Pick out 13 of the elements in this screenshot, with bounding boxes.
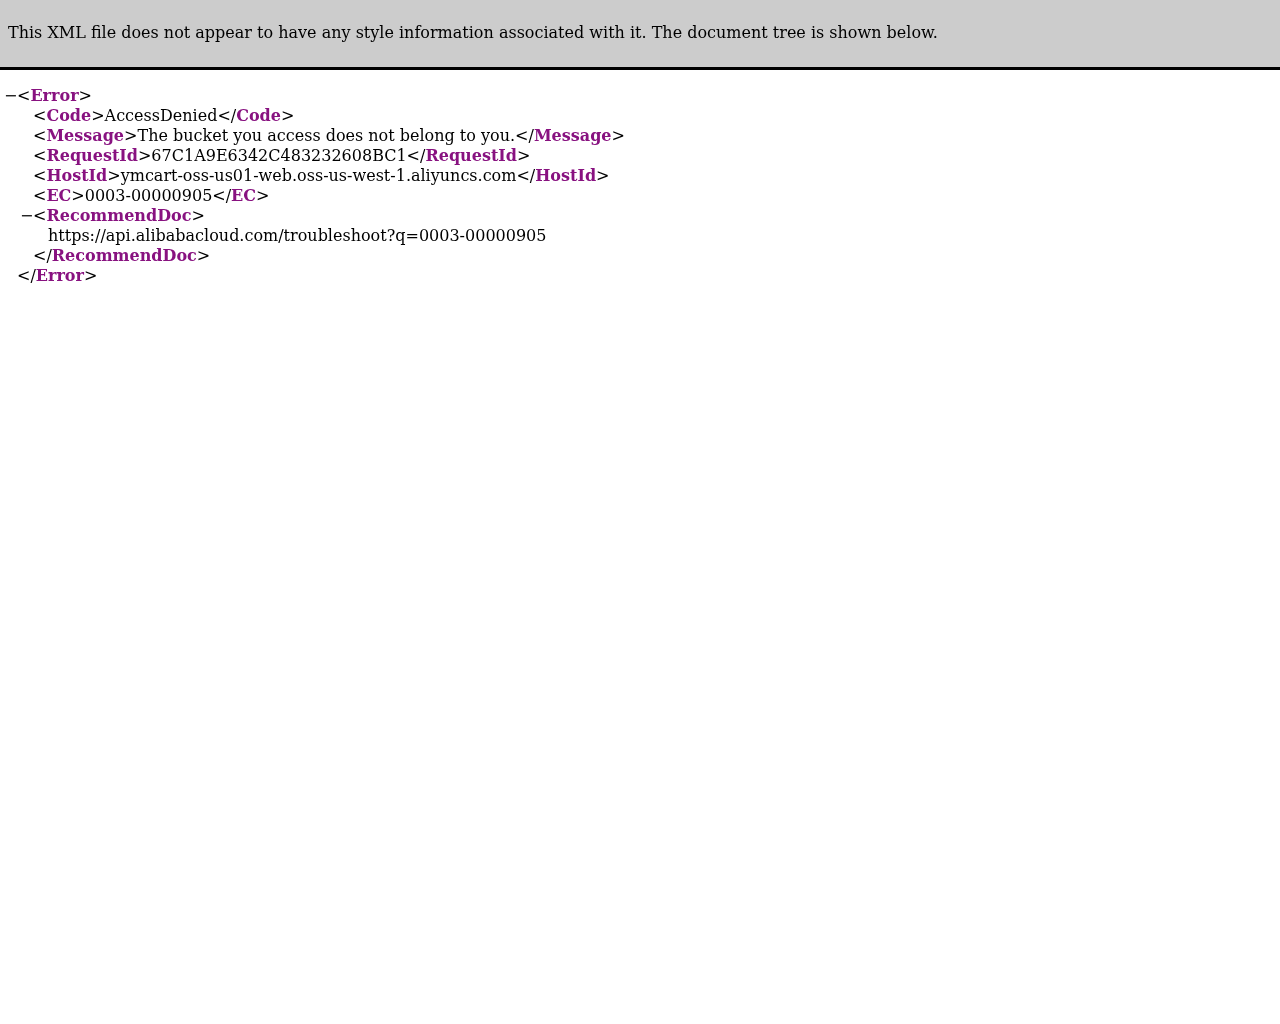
xml-element-line: <HostId>ymcart-oss-us01-web.oss-us-west-1.aliyuncs.com</HostId> <box>33 166 610 185</box>
collapse-toggle[interactable]: − <box>20 206 33 226</box>
xml-element-line: <Code>AccessDenied</Code> <box>33 106 295 125</box>
xml-text-content: https://api.alibabacloud.com/troubleshoot?q=0003-00000905 <box>48 226 547 245</box>
xml-element-line: <EC>0003-00000905</EC> <box>33 186 270 205</box>
xml-element-line: <RequestId>67C1A9E6342C483232608BC1</RequestId> <box>33 146 531 165</box>
xml-open-tag: <Error> <box>17 86 92 105</box>
xml-close-tag: </RecommendDoc> <box>33 246 211 265</box>
xml-element-line: <Message>The bucket you access does not belong to you.</Message> <box>33 126 625 145</box>
xml-element-line: <RecommendDoc> <box>33 206 205 225</box>
info-message: This XML file does not appear to have any style information associated with it. The document tree is shown below. <box>8 23 938 42</box>
xml-close-tag: </Error> <box>17 266 98 285</box>
collapse-toggle[interactable]: − <box>4 86 17 106</box>
